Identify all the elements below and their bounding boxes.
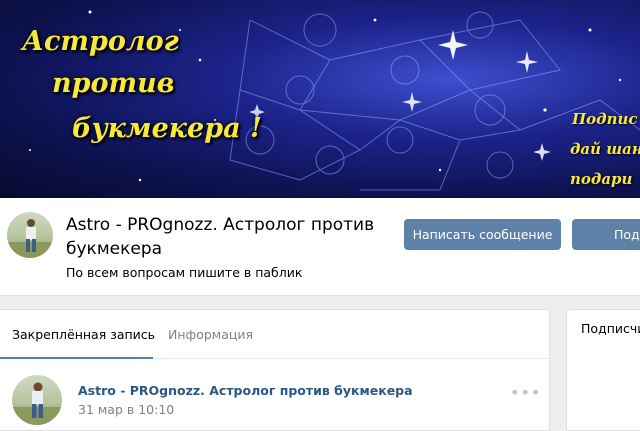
- active-tab-indicator: [0, 357, 153, 359]
- post-date[interactable]: 31 мар в 10:10: [78, 402, 174, 417]
- cover-side-line-2: дай шан: [570, 140, 640, 158]
- subscribe-button[interactable]: Подп: [572, 219, 640, 250]
- post-author-link[interactable]: Astro - PROgnozz. Астролог против букмек…: [78, 383, 413, 398]
- tab-information[interactable]: Информация: [168, 320, 253, 350]
- cover-title-line-1: Астролог: [22, 26, 179, 57]
- person-photo-icon: [7, 219, 53, 258]
- cover-title-line-3: букмекера !: [72, 113, 262, 144]
- group-avatar[interactable]: [7, 212, 53, 258]
- send-message-button[interactable]: Написать сообщение: [404, 219, 561, 250]
- group-name: Astro - PROgnozz. Астролог против букмек…: [66, 215, 375, 259]
- cover-image: Астролог против букмекера ! Подпис дай ш…: [0, 0, 640, 198]
- cover-side-line-3: подари: [570, 170, 633, 188]
- post-author-avatar[interactable]: [12, 375, 62, 425]
- subscribers-title[interactable]: Подписчи: [581, 321, 640, 336]
- person-photo-icon: [12, 382, 62, 425]
- cover-title-line-2: против: [52, 68, 175, 99]
- group-status: По всем вопросам пишите в паблик: [66, 265, 303, 280]
- cover-side-line-1: Подпис: [572, 110, 638, 128]
- more-options-icon[interactable]: •••: [510, 383, 541, 402]
- tab-pinned-post[interactable]: Закреплённая запись: [12, 320, 155, 350]
